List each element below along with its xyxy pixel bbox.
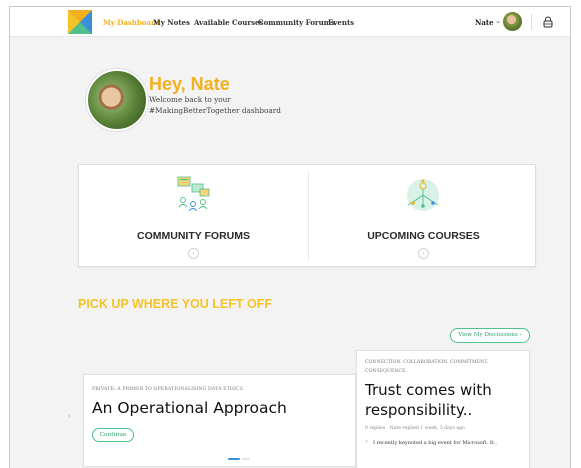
community-forums-card[interactable]: COMMUNITY FORUMS ›: [79, 165, 308, 268]
discussion-tags: CONNECTION. COLLABORATION. COMMITMENT. C…: [365, 360, 489, 374]
greeting-title: Hey, Nate: [149, 74, 230, 94]
nav-events[interactable]: Events: [328, 18, 354, 27]
course-title[interactable]: An Operational Approach: [92, 399, 287, 417]
nav-community-forums[interactable]: Community Forums: [258, 18, 335, 27]
nav-my-dashboard[interactable]: My Dashboard: [103, 18, 160, 27]
nav-divider: [531, 14, 532, 30]
nav-my-notes[interactable]: My Notes: [153, 18, 190, 27]
profile-avatar: [86, 69, 148, 131]
carousel-prev-icon[interactable]: ‹: [68, 412, 71, 420]
comment-icon: ⌕: [365, 439, 369, 445]
lock-icon[interactable]: [541, 15, 555, 29]
site-logo[interactable]: [68, 10, 92, 34]
carousel-dot-active[interactable]: [228, 458, 240, 460]
chevron-down-icon[interactable]: ⌄: [495, 17, 501, 25]
upcoming-courses-icon: [407, 179, 439, 211]
community-forums-label: COMMUNITY FORUMS: [137, 230, 250, 242]
continue-button[interactable]: Continue: [92, 428, 134, 442]
section-title: PICK UP WHERE YOU LEFT OFF: [78, 297, 272, 311]
chevron-right-icon[interactable]: ›: [188, 248, 199, 259]
discussion-snippet[interactable]: I recently keynoted a big event for Micr…: [373, 440, 497, 446]
user-menu-name[interactable]: Nate: [475, 18, 494, 27]
nav-available-courses[interactable]: Available Courses: [194, 18, 263, 27]
view-my-discussions-button[interactable]: View My Discussions ›: [450, 328, 530, 343]
upcoming-courses-label: UPCOMING COURSES: [367, 230, 480, 242]
chevron-right-icon[interactable]: ›: [418, 248, 429, 259]
discussion-meta: 0 replies · Nate replied 1 week, 3 days …: [365, 426, 465, 431]
top-navigation: My Dashboard My Notes Available Courses …: [10, 7, 570, 37]
quick-links-card: COMMUNITY FORUMS › UPCOMING COURSES ›: [78, 164, 536, 267]
course-card: PRIVATE: A PRIMER TO OPERATIONALISING DA…: [83, 374, 356, 467]
discussion-title[interactable]: Trust comes with responsibility..: [365, 380, 530, 420]
dashboard-frame: My Dashboard My Notes Available Courses …: [9, 6, 571, 468]
upcoming-courses-card[interactable]: UPCOMING COURSES ›: [309, 165, 538, 268]
course-kicker: PRIVATE: A PRIMER TO OPERATIONALISING DA…: [92, 387, 244, 392]
greeting-subtitle: Welcome back to your #MakingBetterTogeth…: [149, 95, 281, 115]
community-forums-icon: [177, 176, 210, 212]
user-avatar[interactable]: [503, 12, 522, 31]
discussion-card: CONNECTION. COLLABORATION. COMMITMENT. C…: [356, 350, 530, 468]
carousel-dot[interactable]: [242, 458, 250, 460]
